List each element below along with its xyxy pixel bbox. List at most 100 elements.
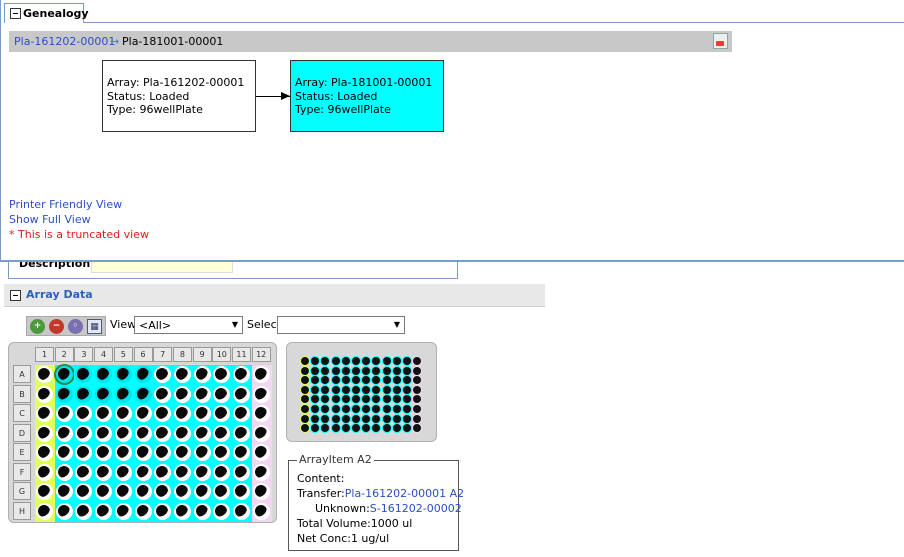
- well-H12[interactable]: [252, 502, 270, 520]
- column-header[interactable]: 1: [35, 347, 54, 362]
- well-D4[interactable]: [95, 424, 113, 442]
- well-F6[interactable]: [134, 463, 152, 481]
- well-G5[interactable]: [114, 483, 132, 500]
- column-header[interactable]: 6: [133, 347, 153, 362]
- collapse-icon[interactable]: [10, 8, 21, 19]
- well-F5[interactable]: [114, 463, 132, 481]
- plate-overview[interactable]: [286, 342, 437, 442]
- well-D12[interactable]: [252, 424, 270, 442]
- well-F12[interactable]: [252, 463, 270, 481]
- well-B5[interactable]: 1: [114, 385, 132, 403]
- well-F8[interactable]: [173, 463, 191, 481]
- well-A12[interactable]: [252, 366, 270, 383]
- select-dropdown[interactable]: ▼: [277, 316, 405, 334]
- genealogy-node-parent[interactable]: Array: Pla-161202-00001 Status: Loaded T…: [102, 60, 256, 132]
- row-header[interactable]: E: [13, 443, 31, 461]
- well-G1[interactable]: [36, 483, 53, 500]
- well-F10[interactable]: [213, 463, 231, 481]
- column-header[interactable]: 12: [251, 347, 271, 362]
- well-G11[interactable]: [233, 483, 250, 500]
- well-H11[interactable]: [233, 502, 250, 520]
- well-H6[interactable]: [134, 502, 152, 520]
- well-G8[interactable]: [173, 483, 191, 500]
- well-B7[interactable]: [154, 385, 172, 403]
- collapse-icon[interactable]: [10, 290, 21, 301]
- well-H8[interactable]: [173, 502, 191, 520]
- well-A5[interactable]: 1: [114, 366, 132, 383]
- well-A2[interactable]: 1: [55, 366, 73, 383]
- column-header[interactable]: 9: [192, 347, 212, 362]
- well-B9[interactable]: [193, 385, 211, 403]
- column-header[interactable]: 4: [94, 347, 114, 362]
- well-A11[interactable]: [233, 366, 250, 383]
- well-H10[interactable]: [213, 502, 231, 520]
- well-C1[interactable]: [36, 405, 53, 422]
- well-B11[interactable]: [233, 385, 250, 403]
- well-F3[interactable]: [75, 463, 93, 481]
- well-B6[interactable]: 1: [134, 385, 152, 403]
- row-header[interactable]: F: [13, 462, 31, 481]
- well-F9[interactable]: [193, 463, 211, 481]
- breadcrumb-parent-link[interactable]: Pla-161202-00001: [14, 35, 115, 48]
- well-C6[interactable]: [134, 405, 152, 422]
- row-header[interactable]: C: [13, 404, 31, 422]
- well-H1[interactable]: [36, 502, 53, 520]
- export-icon[interactable]: [713, 33, 728, 49]
- well-C12[interactable]: [252, 405, 270, 422]
- well-D1[interactable]: [36, 424, 53, 442]
- zoom-out-icon[interactable]: −: [49, 319, 64, 334]
- well-F7[interactable]: [154, 463, 172, 481]
- well-G6[interactable]: [134, 483, 152, 500]
- printer-friendly-link[interactable]: Printer Friendly View: [9, 198, 122, 211]
- well-E8[interactable]: [173, 444, 191, 461]
- well-D5[interactable]: [114, 424, 132, 442]
- show-full-view-link[interactable]: Show Full View: [9, 213, 91, 226]
- column-header[interactable]: 8: [172, 347, 192, 362]
- well-C2[interactable]: [55, 405, 73, 422]
- well-C5[interactable]: [114, 405, 132, 422]
- well-D2[interactable]: [55, 424, 73, 442]
- well-E5[interactable]: [114, 444, 132, 461]
- well-B12[interactable]: [252, 385, 270, 403]
- well-B8[interactable]: [173, 385, 191, 403]
- well-C11[interactable]: [233, 405, 250, 422]
- column-header[interactable]: 2: [54, 347, 74, 362]
- well-D3[interactable]: [75, 424, 93, 442]
- well-B3[interactable]: 1: [75, 385, 93, 403]
- zoom-reset-icon[interactable]: ◦: [68, 319, 83, 334]
- well-D6[interactable]: [134, 424, 152, 442]
- column-header[interactable]: 11: [232, 347, 251, 362]
- well-G12[interactable]: [252, 483, 270, 500]
- row-header[interactable]: H: [13, 501, 31, 520]
- well-H9[interactable]: [193, 502, 211, 520]
- well-A9[interactable]: [193, 366, 211, 383]
- tab-genealogy[interactable]: Genealogy: [4, 3, 89, 23]
- well-A4[interactable]: 1: [95, 366, 113, 383]
- row-header[interactable]: B: [13, 384, 31, 403]
- well-A1[interactable]: [36, 366, 53, 383]
- well-F1[interactable]: [36, 463, 53, 481]
- well-A6[interactable]: 1: [134, 366, 152, 383]
- well-F2[interactable]: [55, 463, 73, 481]
- well-B1[interactable]: [36, 385, 53, 403]
- well-F4[interactable]: [95, 463, 113, 481]
- well-C9[interactable]: [193, 405, 211, 422]
- well-D8[interactable]: [173, 424, 191, 442]
- unknown-link[interactable]: S-161202-00002: [370, 502, 462, 515]
- well-E6[interactable]: [134, 444, 152, 461]
- genealogy-node-current[interactable]: Array: Pla-181001-00001 Status: Loaded T…: [290, 60, 444, 132]
- column-header[interactable]: 7: [153, 347, 173, 362]
- well-C4[interactable]: [95, 405, 113, 422]
- well-B10[interactable]: [213, 385, 231, 403]
- well-H5[interactable]: [114, 502, 132, 520]
- column-header[interactable]: 10: [212, 347, 232, 362]
- well-E11[interactable]: [233, 444, 250, 461]
- well-G2[interactable]: [55, 483, 73, 500]
- well-D7[interactable]: [154, 424, 172, 442]
- well-H2[interactable]: [55, 502, 73, 520]
- well-H4[interactable]: [95, 502, 113, 520]
- well-E12[interactable]: [252, 444, 270, 461]
- well-D9[interactable]: [193, 424, 211, 442]
- well-G9[interactable]: [193, 483, 211, 500]
- well-B4[interactable]: 1: [95, 385, 113, 403]
